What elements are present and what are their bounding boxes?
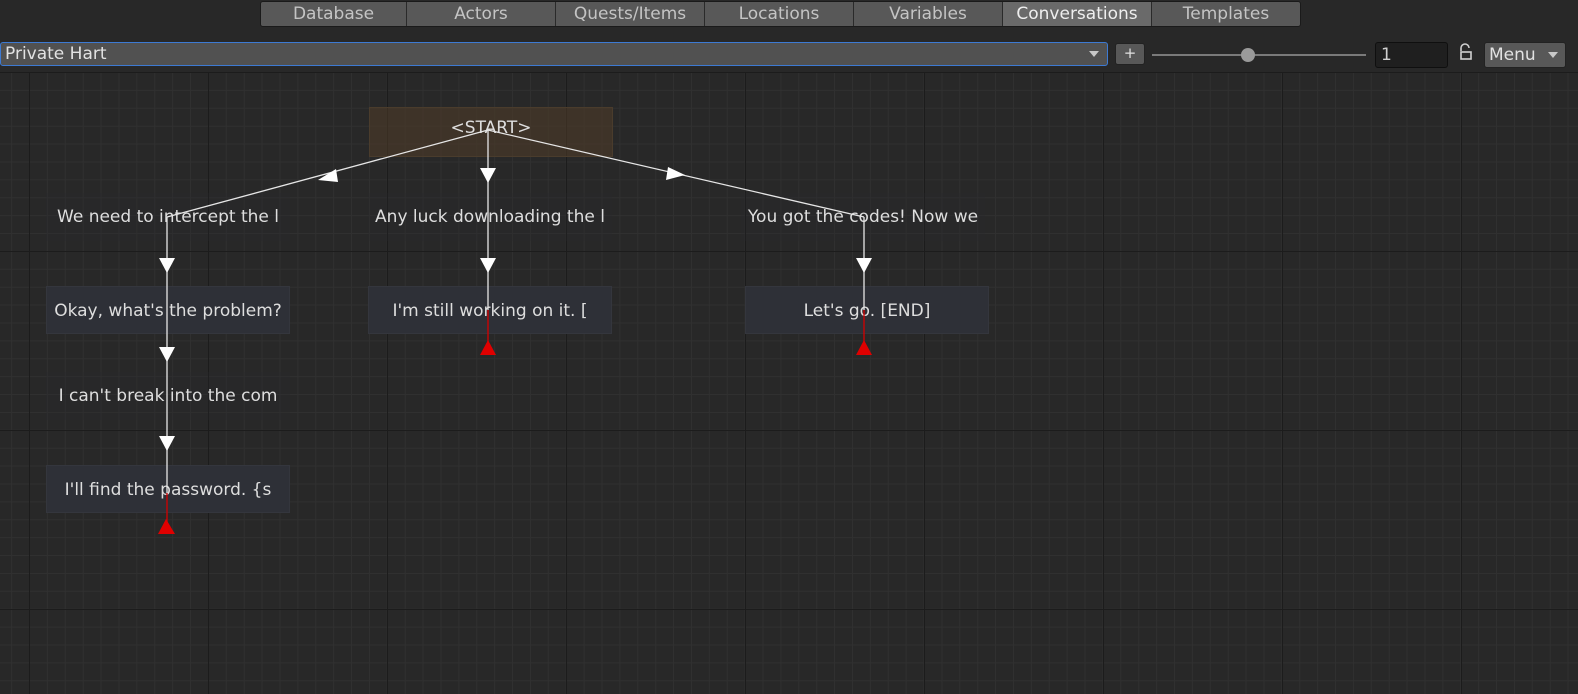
end-marker-icon (480, 340, 496, 355)
conversation-toolbar: Private Hart + 1 Menu (0, 38, 1578, 72)
top-toolbar: Database Actors Quests/Items Locations V… (0, 0, 1578, 28)
node-start[interactable]: <START> (369, 107, 613, 157)
chevron-down-icon (1548, 52, 1558, 58)
menu-button-label: Menu (1489, 45, 1536, 65)
arrow-icon (159, 258, 175, 273)
conversation-canvas[interactable]: <START> We need to intercept the l Any l… (0, 72, 1578, 694)
arrow-icon (480, 168, 496, 183)
tab-conversations[interactable]: Conversations (1003, 2, 1152, 26)
arrow-icon (318, 169, 338, 182)
node-player-line[interactable]: Let's go. [END] (745, 286, 989, 334)
arrow-icon (480, 258, 496, 273)
editor-tabs: Database Actors Quests/Items Locations V… (260, 1, 1301, 27)
tab-quests-items[interactable]: Quests/Items (556, 2, 705, 26)
arrow-icon (159, 436, 175, 451)
node-npc-line[interactable]: We need to intercept the l (46, 193, 290, 241)
arrow-icon (666, 167, 685, 180)
conversation-dropdown[interactable]: Private Hart (0, 42, 1108, 66)
node-player-line[interactable]: I'm still working on it. [ (368, 286, 612, 334)
menu-button[interactable]: Menu (1484, 42, 1566, 68)
end-marker-icon (856, 340, 872, 355)
add-conversation-button[interactable]: + (1115, 43, 1145, 65)
tab-database[interactable]: Database (261, 2, 407, 26)
conversation-dropdown-label: Private Hart (5, 44, 107, 64)
arrow-icon (159, 347, 175, 362)
end-marker-icon (158, 519, 175, 534)
unlock-icon-glyph (1460, 43, 1472, 60)
node-player-line[interactable]: I'll find the password. {s (46, 465, 290, 513)
unlock-icon[interactable] (1458, 43, 1474, 61)
zoom-slider-thumb[interactable] (1241, 48, 1256, 62)
tab-templates[interactable]: Templates (1152, 2, 1300, 26)
tab-locations[interactable]: Locations (705, 2, 854, 26)
zoom-input[interactable]: 1 (1375, 42, 1448, 68)
node-npc-line[interactable]: Any luck downloading the l (368, 193, 612, 241)
arrow-icon (856, 258, 872, 273)
node-player-line[interactable]: Okay, what's the problem? (46, 286, 290, 334)
tab-variables[interactable]: Variables (854, 2, 1003, 26)
zoom-slider[interactable] (1152, 54, 1366, 56)
node-npc-line[interactable]: I can't break into the com (46, 372, 290, 420)
chevron-down-icon (1089, 51, 1099, 57)
node-npc-line[interactable]: You got the codes! Now we (741, 193, 985, 241)
tab-actors[interactable]: Actors (407, 2, 556, 26)
